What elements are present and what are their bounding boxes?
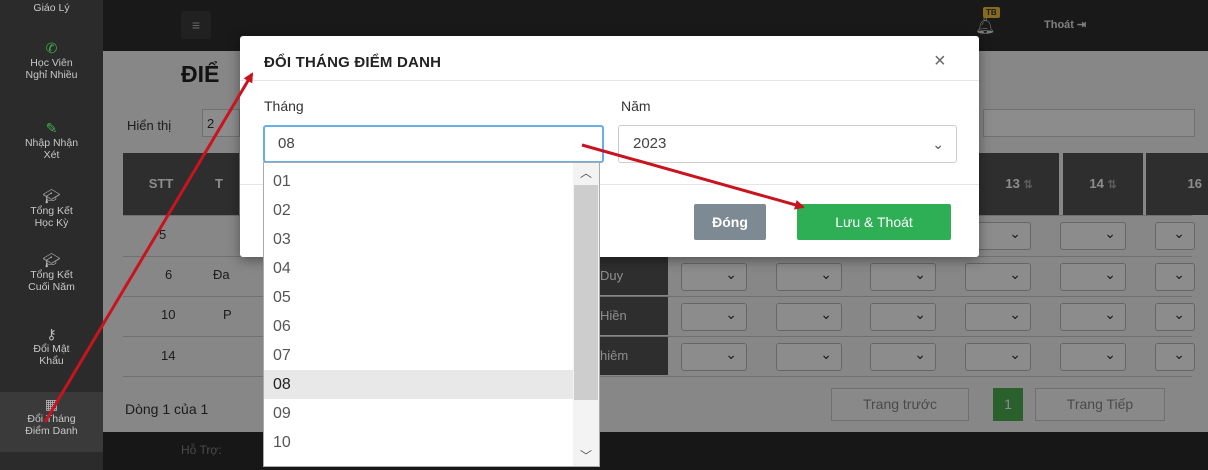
month-label: Tháng xyxy=(264,98,304,114)
sidebar-item-giao-ly[interactable]: Giáo Lý xyxy=(0,2,103,14)
sidebar-item-label: Nhập Nhận Xét xyxy=(24,137,79,161)
month-option[interactable]: 03 xyxy=(264,225,573,254)
sidebar-item-label: Giáo Lý xyxy=(33,2,70,14)
scrollbar-thumb[interactable] xyxy=(574,185,598,400)
month-option[interactable]: 02 xyxy=(264,196,573,225)
graduation-cap-icon: 🎓︎ xyxy=(42,188,61,204)
month-option[interactable]: 01 xyxy=(264,167,573,196)
sidebar-item-tong-ket-cuoi-nam[interactable]: 🎓︎ Tổng Kết Cuối Năm xyxy=(0,252,103,293)
sidebar-item-nhap-nhan-xet[interactable]: ✎ Nhập Nhận Xét xyxy=(0,120,103,161)
year-select[interactable]: 2023 ⌄ xyxy=(618,125,957,163)
sidebar: Giáo Lý ✆ Học Viên Nghỉ Nhiều ✎ Nhập Nhậ… xyxy=(0,0,103,470)
month-dropdown-list[interactable]: 01 02 03 04 05 06 07 08 09 10 ︿ ﹀ xyxy=(263,162,600,467)
sidebar-item-label: Đổi Mật Khẩu xyxy=(33,343,70,367)
month-option[interactable]: 09 xyxy=(264,399,573,428)
phone-icon: ✆ xyxy=(45,40,58,56)
sidebar-item-label: Tổng Kết Cuối Năm xyxy=(28,269,75,293)
month-option[interactable]: 04 xyxy=(264,254,573,283)
month-options: 01 02 03 04 05 06 07 08 09 10 xyxy=(264,167,573,457)
chevron-down-icon: ⌄ xyxy=(932,136,944,152)
close-icon[interactable]: × xyxy=(934,50,946,73)
month-option[interactable]: 07 xyxy=(264,341,573,370)
sidebar-item-doi-thang-diem-danh[interactable]: ▦ Đổi Tháng Điểm Danh xyxy=(0,392,103,452)
calendar-icon: ▦ xyxy=(44,396,59,412)
month-option[interactable]: 08 xyxy=(264,370,573,399)
close-button[interactable]: Đóng xyxy=(694,204,766,240)
sidebar-item-label: Học Viên Nghỉ Nhiều xyxy=(25,57,78,81)
sidebar-item-tong-ket-hoc-ky[interactable]: 🎓︎ Tổng Kết Học Kỳ xyxy=(0,188,103,229)
key-icon: ⚷ xyxy=(46,326,57,342)
sidebar-item-doi-mat-khau[interactable]: ⚷ Đổi Mật Khẩu xyxy=(0,326,103,367)
dropdown-scrollbar[interactable]: ︿ ﹀ xyxy=(573,163,599,466)
month-select[interactable]: 08 xyxy=(263,125,604,163)
sidebar-item-label: Đổi Tháng Điểm Danh xyxy=(25,413,78,437)
edit-icon: ✎ xyxy=(45,120,58,136)
month-option[interactable]: 06 xyxy=(264,312,573,341)
month-select-value: 08 xyxy=(278,135,295,152)
year-label: Năm xyxy=(621,98,651,114)
year-select-value: 2023 xyxy=(633,135,667,152)
divider xyxy=(240,80,979,81)
month-option[interactable]: 05 xyxy=(264,283,573,312)
modal-title: ĐỔI THÁNG ĐIỂM DANH xyxy=(264,54,442,71)
chevron-up-icon[interactable]: ︿ xyxy=(573,163,599,183)
graduation-cap-icon: 🎓︎ xyxy=(42,252,61,268)
sidebar-item-hoc-vien-nghi-nhieu[interactable]: ✆ Học Viên Nghỉ Nhiều xyxy=(0,40,103,81)
chevron-down-icon[interactable]: ﹀ xyxy=(573,446,599,466)
sidebar-item-label: Tổng Kết Học Kỳ xyxy=(30,205,73,229)
month-option[interactable]: 10 xyxy=(264,428,573,457)
save-and-exit-button[interactable]: Lưu & Thoát xyxy=(797,204,951,240)
